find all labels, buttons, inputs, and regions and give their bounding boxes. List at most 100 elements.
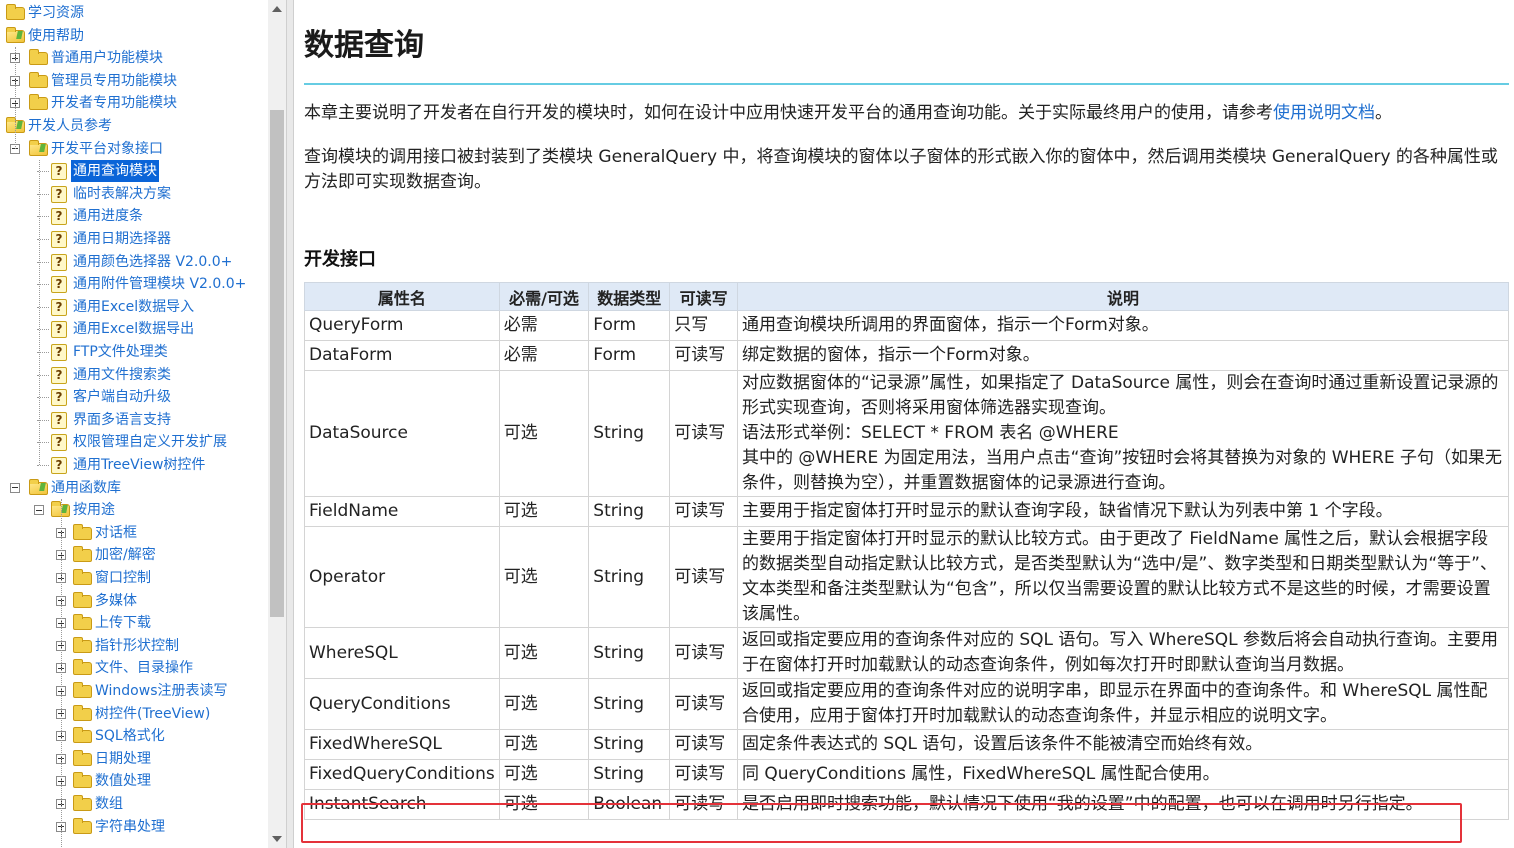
tree-item[interactable]: ? 通用日期选择器 xyxy=(0,228,268,250)
tree-item[interactable]: SQL格式化 xyxy=(0,725,268,747)
tree-item[interactable]: 指针形状控制 xyxy=(0,635,268,657)
help-page-icon: ? xyxy=(51,434,67,452)
description-line: 绑定数据的窗体，指示一个Form对象。 xyxy=(741,345,1040,365)
collapse-minus-icon[interactable] xyxy=(34,505,44,516)
property-name-cell: FixedQueryConditions xyxy=(304,759,500,790)
tree-item[interactable]: Windows注册表读写 xyxy=(0,680,268,702)
tree-item-label: 通用文件搜索类 xyxy=(73,366,171,383)
help-page-icon: ? xyxy=(51,208,67,226)
help-page-icon: ? xyxy=(51,231,67,248)
folder-icon xyxy=(73,569,92,585)
folder-open-icon xyxy=(29,478,48,495)
tree-item[interactable]: 数组 xyxy=(0,793,268,815)
tree-item-label: 通用颜色选择器 V2.0.0+ xyxy=(73,253,233,270)
description-cell: 主要用于指定窗体打开时显示的默认查询字段，缺省情况下默认为列表中第 1 个字段。 xyxy=(736,496,1510,527)
tree-item[interactable]: ? 通用进度条 xyxy=(0,205,268,227)
tree-item[interactable]: ? 权限管理自定义开发扩展 xyxy=(0,431,268,453)
readwrite-cell: 可读写 xyxy=(669,526,738,628)
required-cell: 可选 xyxy=(498,526,590,628)
pane-splitter[interactable] xyxy=(286,0,294,848)
tree-item-label: 临时表解决方案 xyxy=(73,185,171,202)
folder-icon xyxy=(73,727,92,744)
tree-item[interactable]: ? 客户端自动升级 xyxy=(0,386,268,408)
scroll-down-arrow-icon[interactable] xyxy=(272,836,282,842)
tree-item-label: 学习资源 xyxy=(28,5,84,21)
column-header-type: 数据类型 xyxy=(588,282,671,311)
tree-item-label: 开发平台对象接口 xyxy=(51,140,163,157)
tree-item[interactable]: 普通用户功能模块 xyxy=(0,47,268,69)
tree-item[interactable]: ? 通用Excel数据导入 xyxy=(0,296,268,318)
description-cell: 主要用于指定窗体打开时显示的默认比较方式。由于更改了 FieldName 属性之… xyxy=(736,526,1510,628)
user-manual-link[interactable]: 使用说明文档 xyxy=(1273,103,1375,123)
tree-item-label: 指针形状控制 xyxy=(95,637,179,654)
tree-item[interactable]: ? 临时表解决方案 xyxy=(0,183,268,205)
tree-item[interactable]: ? 通用TreeView树控件 xyxy=(0,454,268,476)
folder-open-icon xyxy=(6,26,25,43)
data-type-cell: Boolean xyxy=(588,789,671,820)
tree-item[interactable]: 学习资源 xyxy=(0,2,268,24)
tree-item[interactable]: 通用函数库 xyxy=(0,477,268,499)
scroll-up-arrow-icon[interactable] xyxy=(272,6,282,12)
tree-item[interactable]: 多媒体 xyxy=(0,590,268,612)
tree-item-label: Windows注册表读写 xyxy=(95,683,228,699)
tree-item[interactable]: ? 通用Excel数据导出 xyxy=(0,318,268,340)
description-line: 主要用于指定窗体打开时显示的默认比较方式。由于更改了 FieldName 属性之… xyxy=(741,529,1497,624)
tree-item[interactable]: 字符串处理 xyxy=(0,816,268,838)
tree-item-label: 权限管理自定义开发扩展 xyxy=(73,434,227,451)
tree-item[interactable]: 日期处理 xyxy=(0,748,268,770)
tree-item[interactable]: ? FTP文件处理类 xyxy=(0,341,268,363)
description-line: 是否启用即时搜索功能，默认情况下使用“我的设置”中的配置，也可以在调用时另行指定… xyxy=(741,794,1423,814)
folder-icon xyxy=(73,523,92,540)
tree-item[interactable]: 开发者专用功能模块 xyxy=(0,92,268,114)
tree-item[interactable]: ? 通用文件搜索类 xyxy=(0,364,268,386)
folder-icon xyxy=(73,704,92,721)
tree-item[interactable]: ? 通用颜色选择器 V2.0.0+ xyxy=(0,251,268,273)
description-line: 对应数据窗体的“记录源”属性，如果指定了 DataSource 属性，则会在查询… xyxy=(741,373,1499,418)
tree-item[interactable]: 开发平台对象接口 xyxy=(0,138,268,160)
tree-item[interactable]: 按用途 xyxy=(0,499,268,521)
data-type-cell: Form xyxy=(588,340,671,371)
intro-text: 本章主要说明了开发者在自行开发的模块时，如何在设计中应用快速开发平台的通用查询功… xyxy=(304,103,1273,123)
tree-item-label: 日期处理 xyxy=(95,750,151,767)
table-row: QueryForm 必需 Form 只写 通用查询模块所调用的界面窗体，指示一个Form… xyxy=(304,310,1510,341)
description-line: 固定条件表达式的 SQL 语句，设置后该条件不能被清空而始终有效。 xyxy=(741,734,1263,754)
folder-icon xyxy=(73,591,92,608)
property-name-cell: QueryConditions xyxy=(304,678,500,730)
tree-item-label: 加密/解密 xyxy=(95,547,156,564)
tree-item[interactable]: ? 通用附件管理模块 V2.0.0+ xyxy=(0,273,268,295)
tree-item[interactable]: 文件、目录操作 xyxy=(0,657,268,679)
api-properties-table: 属性名 必需/可选 数据类型 可读写 说明 QueryForm 必需 Form 只写通… xyxy=(304,282,1510,820)
tree-item[interactable]: 数值处理 xyxy=(0,770,268,792)
folder-icon xyxy=(73,682,92,698)
tree-item[interactable]: ? 通用查询模块 xyxy=(0,160,268,183)
tree-item[interactable]: 树控件(TreeView) xyxy=(0,703,268,725)
tree-item[interactable]: 加密/解密 xyxy=(0,544,268,566)
tree-item[interactable]: 使用帮助 xyxy=(0,25,268,47)
readwrite-cell: 可读写 xyxy=(669,496,738,527)
table-row: InstantSearch 可选 Boolean 可读写 是否启用即时搜索功能，默认情况… xyxy=(304,789,1510,820)
tree-item[interactable]: ? 界面多语言支持 xyxy=(0,409,268,431)
tree-item-label: 通用函数库 xyxy=(51,479,121,496)
tree-item-label: FTP文件处理类 xyxy=(73,344,168,360)
readwrite-cell: 可读写 xyxy=(669,729,738,760)
tree-item[interactable]: 开发人员参考 xyxy=(0,115,268,137)
folder-icon xyxy=(73,614,92,631)
tree-item-label: 开发者专用功能模块 xyxy=(51,95,177,112)
help-content-pane: 数据查询 本章主要说明了开发者在自行开发的模块时，如何在设计中应用快速开发平台的… xyxy=(294,0,1514,848)
description-cell: 返回或指定要应用的查询条件对应的 SQL 语句。写入 WhereSQL 参数后将… xyxy=(736,627,1510,679)
tree-item[interactable]: 窗口控制 xyxy=(0,567,268,589)
collapse-minus-icon[interactable] xyxy=(10,482,20,493)
description-cell: 返回或指定要应用的查询条件对应的说明字串，即显示在界面中的查询条件。和 Wher… xyxy=(736,678,1510,730)
scrollbar-thumb[interactable] xyxy=(270,110,284,617)
column-header-required: 必需/可选 xyxy=(498,282,590,311)
tree-item-label: 通用Excel数据导入 xyxy=(73,298,195,315)
readwrite-cell: 可读写 xyxy=(669,759,738,790)
required-cell: 可选 xyxy=(498,789,590,820)
tree-item[interactable]: 对话框 xyxy=(0,522,268,544)
tree-item[interactable]: 管理员专用功能模块 xyxy=(0,70,268,92)
tree-scrollbar[interactable] xyxy=(268,0,286,848)
tree-item[interactable]: 上传下载 xyxy=(0,612,268,634)
description-line: 同 QueryConditions 属性，FixedWhereSQL 属性配合使… xyxy=(741,764,1220,784)
data-type-cell: String xyxy=(588,526,671,628)
tree-guide-line xyxy=(15,47,16,149)
